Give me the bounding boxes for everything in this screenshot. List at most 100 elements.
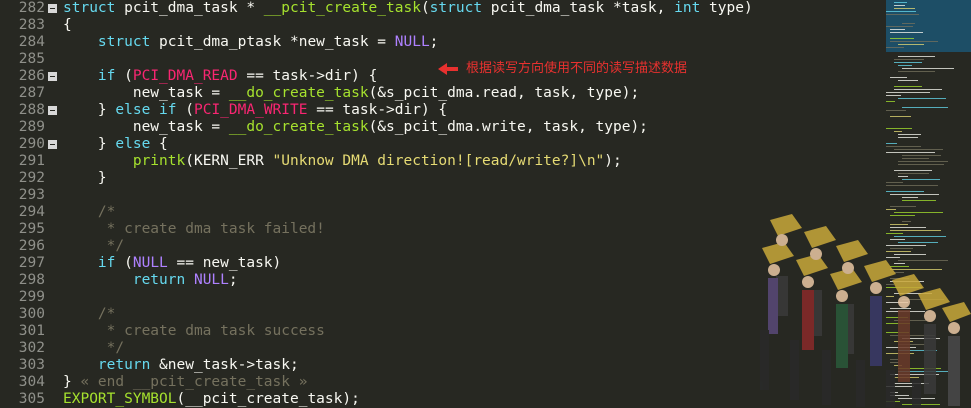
minimap-line — [898, 161, 948, 162]
line-number: 283 — [18, 17, 45, 33]
line-number: 282 — [18, 0, 45, 16]
minimap-line — [894, 149, 943, 150]
minimap-line — [886, 185, 938, 186]
code-line[interactable]: 284 struct pcit_dma_ptask *new_task = NU… — [0, 34, 880, 51]
minimap-line — [894, 131, 902, 132]
line-number: 287 — [18, 85, 45, 101]
code-line[interactable]: 287 new_task = __do_create_task(&s_pcit_… — [0, 85, 880, 102]
line-number: 289 — [18, 119, 45, 135]
minimap-line — [890, 29, 905, 30]
minimap-line — [886, 152, 935, 153]
minimap-line — [898, 176, 908, 177]
arrow-left-icon — [438, 62, 458, 75]
line-number: 285 — [18, 51, 45, 67]
minus-box-icon[interactable] — [48, 72, 57, 81]
minimap-line — [902, 107, 948, 108]
code-line[interactable]: 283 { — [0, 17, 880, 34]
line-number: 303 — [18, 357, 45, 373]
line-number: 300 — [18, 306, 45, 322]
code-line[interactable]: 304 } « end __pcit_create_task » — [0, 374, 880, 391]
code-text: printk(KERN_ERR "Unknow DMA direction![r… — [132, 153, 622, 169]
minimap-line — [898, 137, 918, 138]
code-line[interactable]: 295 * create dma task failed! — [0, 221, 880, 238]
line-number: 297 — [18, 255, 45, 271]
code-text: return &new_task->task; — [97, 357, 299, 373]
minimap-line — [898, 80, 918, 81]
code-text: * create dma task failed! — [63, 221, 325, 237]
code-line[interactable]: 301 * create dma task success — [0, 323, 880, 340]
minimap-line — [894, 86, 922, 87]
code-text: } else if (PCI_DMA_WRITE == task->dir) { — [63, 102, 448, 118]
code-line[interactable]: 289 new_task = __do_create_task(&s_pcit_… — [0, 119, 880, 136]
minimap-line — [890, 206, 916, 207]
line-number: 295 — [18, 221, 45, 237]
minimap-line — [886, 11, 916, 12]
line-number: 298 — [18, 272, 45, 288]
code-line[interactable]: 298 return NULL; — [0, 272, 880, 289]
code-editor[interactable]: 282 struct pcit_dma_task * __pcit_create_… — [0, 0, 971, 407]
code-text: } « end __pcit_create_task » — [63, 374, 308, 390]
code-text: if (PCI_DMA_READ == task->dir) { — [97, 68, 378, 84]
line-number: 301 — [18, 323, 45, 339]
minimap-line — [886, 182, 903, 183]
minimap-line — [898, 134, 921, 135]
minimap-line — [898, 56, 935, 57]
minimap-line — [902, 23, 915, 24]
code-line[interactable]: 300 /* — [0, 306, 880, 323]
code-line[interactable]: 305 EXPORT_SYMBOL(__pcit_create_task); — [0, 391, 880, 408]
annotation-callout: 根据读写方向使用不同的读写描述数据 — [438, 60, 687, 78]
code-line[interactable]: 288 } else if (PCI_DMA_WRITE == task->di… — [0, 102, 880, 119]
code-text: { — [63, 17, 72, 33]
code-text: /* — [63, 204, 116, 220]
code-line[interactable]: 290 } else { — [0, 136, 880, 153]
minus-box-icon[interactable] — [48, 4, 57, 13]
minimap-line — [898, 164, 944, 165]
code-line[interactable]: 296 */ — [0, 238, 880, 255]
line-number: 296 — [18, 238, 45, 254]
minimap-line — [898, 173, 929, 174]
minimap-line — [886, 95, 901, 96]
code-line[interactable]: 302 */ — [0, 340, 880, 357]
code-text: */ — [63, 238, 125, 254]
minimap-line — [898, 65, 912, 66]
minimap-line — [886, 26, 913, 27]
minimap-line — [894, 59, 924, 60]
minimap-line — [898, 44, 924, 45]
code-text: */ — [63, 340, 125, 356]
minimap-line — [886, 14, 919, 15]
code-line[interactable]: 282 struct pcit_dma_task * __pcit_create_… — [0, 0, 880, 17]
minimap-line — [898, 98, 946, 99]
minimap-line — [890, 41, 938, 42]
code-line[interactable]: 294 /* — [0, 204, 880, 221]
code-text: if (NULL == new_task) — [97, 255, 282, 271]
code-text: new_task = __do_create_task(&s_pcit_dma.… — [63, 85, 640, 101]
minimap-line — [894, 62, 922, 63]
minus-box-icon[interactable] — [48, 140, 57, 149]
minus-box-icon[interactable] — [48, 106, 57, 115]
code-line[interactable]: 299 — [0, 289, 880, 306]
minimap-line — [886, 47, 904, 48]
line-number: 292 — [18, 170, 45, 186]
minimap-line — [894, 89, 942, 90]
line-number: 304 — [18, 374, 45, 390]
line-number: 284 — [18, 34, 45, 50]
line-number: 291 — [18, 153, 45, 169]
code-text: new_task = __do_create_task(&s_pcit_dma.… — [63, 119, 648, 135]
minimap-line — [894, 2, 907, 3]
code-line[interactable]: 293 — [0, 187, 880, 204]
minimap-line — [886, 101, 895, 102]
minimap-line — [890, 77, 907, 78]
code-text: return NULL; — [132, 272, 238, 288]
minimap-line — [894, 8, 915, 9]
code-text: struct pcit_dma_ptask *new_task = NULL; — [97, 34, 439, 50]
minimap-line — [902, 155, 941, 156]
crowd-watermark-image — [760, 214, 971, 407]
code-line[interactable]: 303 return &new_task->task; — [0, 357, 880, 374]
minimap-line — [902, 158, 929, 159]
minimap-line — [902, 200, 936, 201]
code-line[interactable]: 291 printk(KERN_ERR "Unknow DMA directio… — [0, 153, 880, 170]
line-number: 290 — [18, 136, 45, 152]
minimap-line — [886, 146, 921, 147]
code-line[interactable]: 292 } — [0, 170, 880, 187]
code-line[interactable]: 297 if (NULL == new_task) — [0, 255, 880, 272]
